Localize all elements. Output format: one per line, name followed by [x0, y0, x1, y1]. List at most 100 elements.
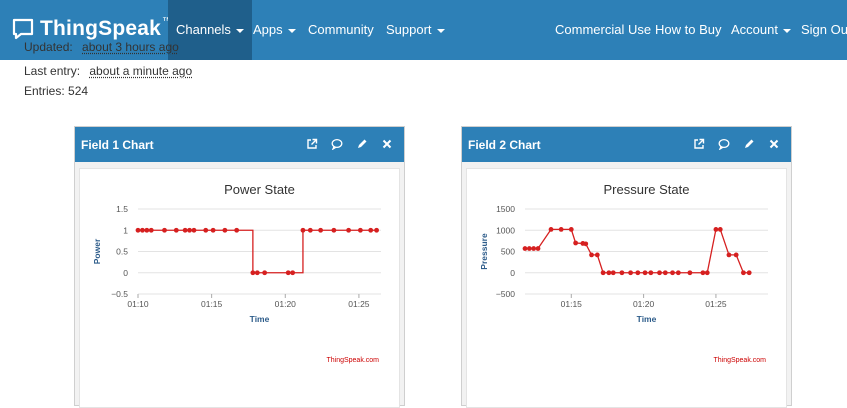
data-point — [583, 241, 589, 247]
x-tick-label: 01:10 — [127, 299, 149, 309]
external-link-icon[interactable] — [305, 137, 319, 151]
nav-account[interactable]: Account — [723, 0, 799, 60]
nav-account-label: Account — [731, 22, 778, 37]
data-point — [173, 227, 179, 233]
y-tick-label: 1000 — [496, 225, 515, 235]
field-1-chart-panel: Field 1 Chart Power State −0.5 0 0.5 1 1.5 01:… — [74, 126, 405, 408]
power-state-chart-svg: Power State −0.5 0 0.5 1 1.5 01:10 01:15 01:20 01… — [92, 182, 381, 324]
x-tick-label: 01:20 — [275, 299, 297, 309]
data-point — [318, 227, 324, 233]
x-tick-label: 01:20 — [633, 299, 655, 309]
caret-down-icon — [436, 28, 445, 33]
pencil-icon[interactable] — [355, 137, 369, 151]
y-tick-label: 0.5 — [116, 247, 128, 257]
data-point — [203, 227, 209, 233]
nav-how-to-buy[interactable]: How to Buy — [647, 0, 729, 60]
nav-how-to-buy-label: How to Buy — [655, 22, 722, 37]
comment-icon[interactable] — [717, 137, 731, 151]
data-point — [558, 227, 564, 232]
panel-actions — [692, 137, 781, 151]
data-point — [675, 270, 681, 276]
updated-label: Updated: — [24, 40, 73, 54]
caret-down-icon — [287, 28, 296, 33]
data-point — [610, 270, 616, 276]
data-point — [307, 227, 313, 233]
y-axis-label: Power — [92, 238, 102, 264]
data-point — [628, 270, 633, 276]
data-point — [300, 227, 306, 233]
data-point — [148, 227, 154, 233]
nav-community[interactable]: Community — [300, 0, 382, 60]
nav-commercial-use[interactable]: Commercial Use — [547, 0, 659, 60]
external-link-icon[interactable] — [692, 137, 706, 151]
panel-title: Field 1 Chart — [81, 138, 154, 152]
x-tick-label: 01:15 — [561, 299, 583, 309]
data-point — [713, 227, 719, 232]
y-tick-label: −0.5 — [111, 289, 128, 299]
data-point — [704, 270, 710, 276]
data-point — [535, 246, 541, 251]
nav-sign-out[interactable]: Sign Out — [793, 0, 847, 60]
nav-apps[interactable]: Apps — [245, 0, 304, 60]
data-point — [648, 270, 654, 276]
data-point — [635, 270, 641, 276]
nav-commercial-use-label: Commercial Use — [555, 22, 652, 37]
field-1-chart: Power State −0.5 0 0.5 1 1.5 01:10 01:15 01:20 01… — [79, 168, 400, 408]
panel-title: Field 2 Chart — [468, 138, 541, 152]
data-point — [254, 270, 260, 276]
pencil-icon[interactable] — [742, 137, 756, 151]
data-point — [234, 227, 240, 233]
data-point — [662, 270, 668, 276]
data-point — [531, 246, 537, 251]
data-point — [331, 227, 337, 233]
data-point — [741, 270, 746, 276]
y-tick-label: 0 — [510, 268, 515, 278]
chart-title: Pressure State — [604, 182, 690, 197]
comment-icon[interactable] — [330, 137, 344, 151]
last-entry-value[interactable]: about a minute ago — [89, 64, 192, 78]
data-point — [250, 270, 256, 276]
x-tick-label: 01:15 — [201, 299, 223, 309]
data-point — [135, 227, 141, 233]
data-point — [568, 227, 574, 232]
nav-community-label: Community — [308, 22, 374, 37]
updated-value[interactable]: about 3 hours ago — [82, 40, 179, 54]
nav-channels[interactable]: Channels — [168, 0, 252, 60]
data-point — [726, 252, 732, 258]
data-point — [670, 270, 675, 276]
close-icon[interactable] — [767, 137, 781, 151]
data-point — [357, 227, 363, 233]
data-point — [140, 227, 145, 233]
updated-row: Updated: about 3 hours ago — [24, 40, 179, 54]
data-point — [700, 270, 706, 276]
y-tick-label: −500 — [496, 289, 515, 299]
data-point — [642, 270, 648, 276]
y-tick-label: 0 — [123, 268, 128, 278]
chart-credit[interactable]: ThingSpeak.com — [713, 357, 766, 364]
data-point — [733, 252, 739, 258]
y-tick-label: 1.5 — [116, 204, 128, 214]
close-icon[interactable] — [380, 137, 394, 151]
data-point — [522, 246, 528, 251]
data-point — [746, 270, 752, 276]
data-point — [717, 227, 723, 232]
nav-support-label: Support — [386, 22, 432, 37]
chart-title: Power State — [224, 182, 295, 197]
data-point — [589, 252, 594, 258]
data-point — [191, 227, 197, 233]
field-2-chart-panel: Field 2 Chart Pressure State −500 0 500 1000… — [461, 126, 792, 408]
panel-header: Field 2 Chart — [462, 127, 791, 162]
y-tick-label: 1500 — [496, 204, 515, 214]
nav-channels-label: Channels — [176, 22, 231, 37]
data-point — [606, 270, 612, 276]
speech-bubble-icon — [12, 18, 34, 40]
nav-sign-out-label: Sign Out — [801, 22, 847, 37]
caret-down-icon — [782, 28, 791, 33]
data-point — [290, 270, 296, 276]
data-point — [222, 227, 228, 233]
brand-name: ThingSpeak — [40, 17, 162, 40]
data-point — [600, 270, 606, 276]
last-entry-row: Last entry: about a minute ago — [24, 64, 192, 78]
nav-support[interactable]: Support — [378, 0, 453, 60]
chart-credit[interactable]: ThingSpeak.com — [326, 357, 379, 364]
